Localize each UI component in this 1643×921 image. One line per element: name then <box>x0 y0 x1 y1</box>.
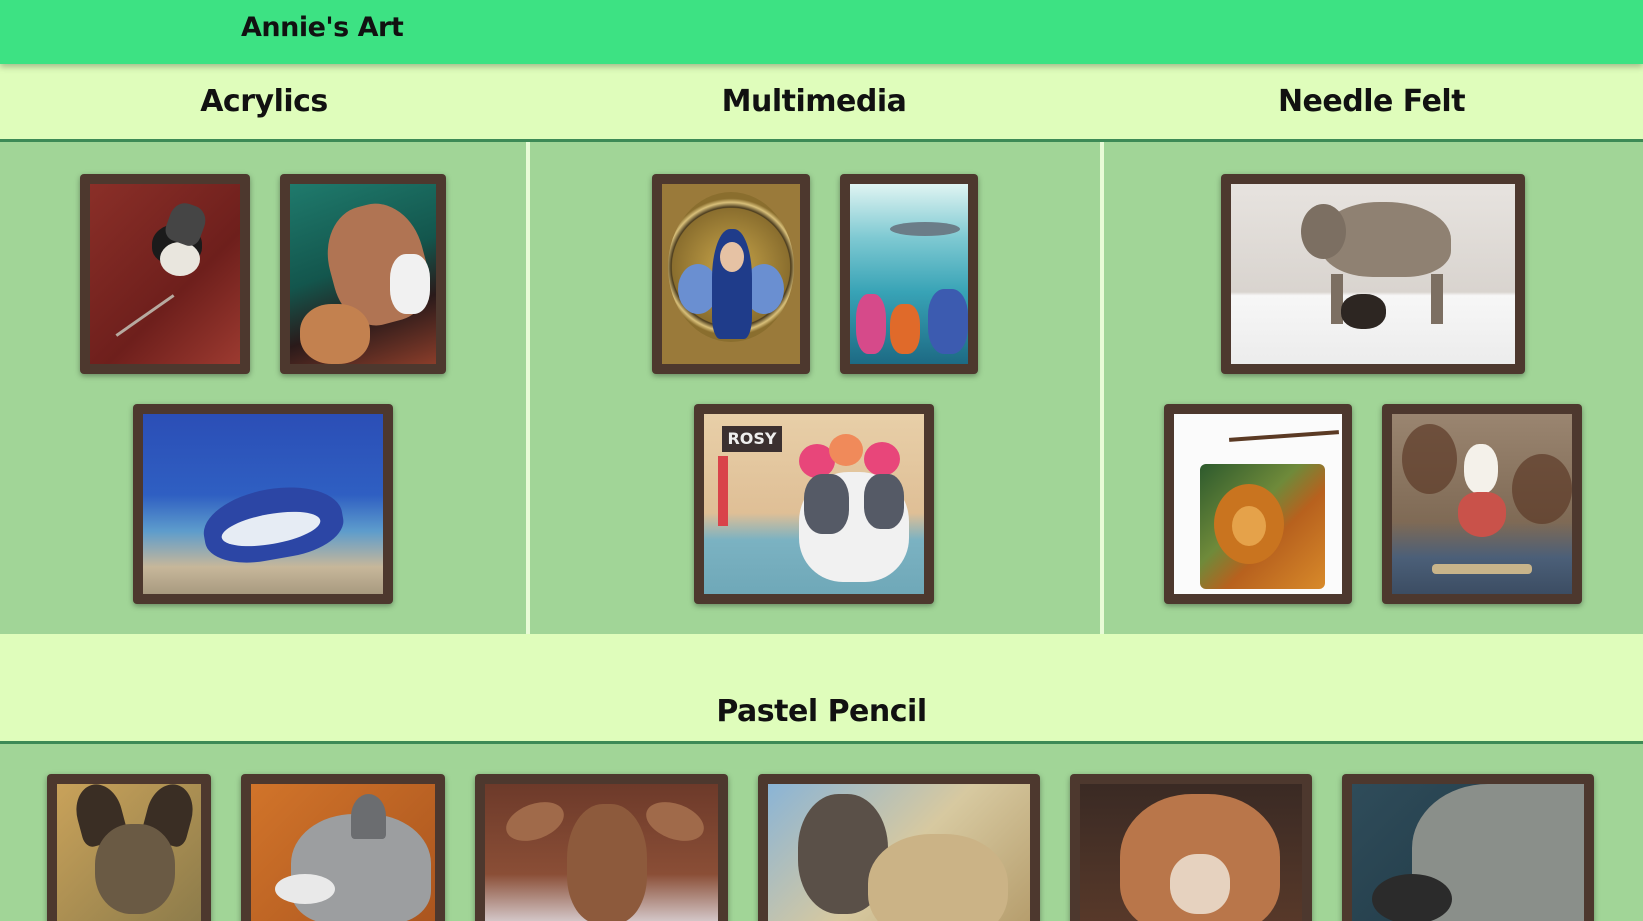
site-title[interactable]: Annie's Art <box>241 12 404 43</box>
artwork-pastel-deer[interactable] <box>475 774 728 921</box>
artwork-stingray-painting[interactable] <box>133 404 393 604</box>
section-heading-needle-felt: Needle Felt <box>1100 64 1643 142</box>
section-heading-pastel-pencil: Pastel Pencil <box>0 634 1643 744</box>
artwork-felt-hyenas[interactable] <box>1221 174 1525 374</box>
artwork-felt-bunny[interactable] <box>1382 404 1582 604</box>
artwork-fairy-stained-glass[interactable] <box>652 174 810 374</box>
artwork-pastel-wolf-profile[interactable] <box>241 774 445 921</box>
artwork-pastel-hyenas[interactable] <box>758 774 1040 921</box>
artwork-pastel-wolf-closeup[interactable] <box>1342 774 1594 921</box>
artwork-bird-painting[interactable] <box>80 174 250 374</box>
artwork-pastel-wild-dog[interactable] <box>47 774 211 921</box>
section-heading-acrylics: Acrylics <box>0 64 528 142</box>
artwork-felt-lion[interactable] <box>1164 404 1352 604</box>
collage-label: ROSY <box>722 426 782 452</box>
artwork-rosy-collage[interactable]: ROSY <box>694 404 934 604</box>
artwork-pastel-cougar[interactable] <box>1070 774 1312 921</box>
section-heading-multimedia: Multimedia <box>528 64 1100 142</box>
site-header: Annie's Art <box>0 0 1643 64</box>
artwork-greyhound-painting[interactable] <box>280 174 446 374</box>
artwork-shark-reef[interactable] <box>840 174 978 374</box>
